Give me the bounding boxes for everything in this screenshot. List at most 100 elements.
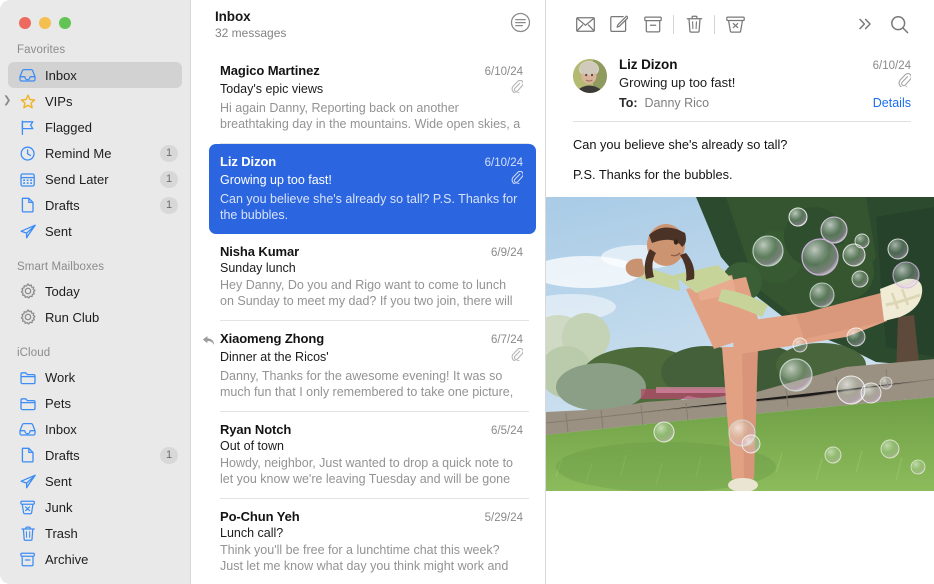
sidebar-item-drafts[interactable]: Drafts1 <box>8 192 182 218</box>
sidebar-section-smart-label: Smart Mailboxes <box>0 261 190 273</box>
message-item-subject-row: Sunday lunch <box>220 261 523 275</box>
gear-icon <box>18 283 37 299</box>
toolbar-divider <box>714 15 715 34</box>
minimize-button[interactable] <box>39 17 51 29</box>
more-button[interactable] <box>848 9 882 39</box>
sidebar-item-label: Inbox <box>45 422 77 437</box>
sidebar: Favorites Inbox❯VIPsFlaggedRemind Me1Sen… <box>0 0 190 584</box>
sidebar-item-label: Trash <box>45 526 78 541</box>
sidebar-item-flagged[interactable]: Flagged <box>8 114 182 140</box>
sidebar-item-inbox[interactable]: Inbox <box>8 62 182 88</box>
message-subject: Out of town <box>220 439 284 453</box>
message-sender: Ryan Notch <box>220 422 291 437</box>
sidebar-item-work[interactable]: Work <box>8 364 182 390</box>
paper-plane-icon <box>20 474 36 489</box>
unread-badge: 1 <box>160 447 178 464</box>
reading-pane-toolbar <box>546 0 934 48</box>
message-list-item[interactable]: Nisha Kumar6/9/24 Sunday lunch Hey Danny, … <box>191 234 545 321</box>
sidebar-item-label: Flagged <box>45 120 92 135</box>
message-list-item[interactable]: Xiaomeng Zhong 6/7/24 Dinner at the Ricos'… <box>191 321 545 412</box>
sidebar-item-label: Drafts <box>45 448 80 463</box>
message-subject: Growing up too fast! <box>220 173 332 187</box>
star-icon <box>20 94 36 109</box>
junk-icon <box>726 16 745 33</box>
sidebar-item-vips[interactable]: ❯VIPs <box>8 88 182 114</box>
delete-button[interactable] <box>677 9 711 39</box>
gear-icon <box>20 283 36 299</box>
clock-icon <box>20 146 35 161</box>
message-list-item[interactable]: Po-Chun Yeh5/29/24Lunch call?Think you'l… <box>191 499 545 584</box>
junk-button[interactable] <box>718 9 752 39</box>
mailbox-title-block: Inbox 32 messages <box>215 9 510 40</box>
message-item-top: Nisha Kumar6/9/24 <box>220 244 523 259</box>
photo-girl-kicking-bubbles[interactable] <box>546 197 934 491</box>
message-body: Can you believe she's already so tall? P… <box>546 122 934 184</box>
message-item-subject-row: Growing up too fast! <box>220 171 523 189</box>
attachment-icon <box>511 348 523 361</box>
sidebar-item-trash[interactable]: Trash <box>8 520 182 546</box>
sidebar-item-archive[interactable]: Archive <box>8 546 182 572</box>
avatar[interactable] <box>573 59 607 93</box>
header-to-line: To: Danny Rico Details <box>619 96 911 110</box>
close-button[interactable] <box>19 17 31 29</box>
sidebar-item-label: Archive <box>45 552 88 567</box>
sidebar-item-send-later[interactable]: Send Later1 <box>8 166 182 192</box>
trash-icon <box>21 526 35 541</box>
flag-icon <box>20 120 35 135</box>
message-sender: Xiaomeng Zhong <box>220 331 324 346</box>
message-list-item[interactable]: Ryan Notch6/5/24Out of townHowdy, neighb… <box>191 412 545 499</box>
message-subject: Sunday lunch <box>220 261 296 275</box>
inbox-icon <box>19 68 36 83</box>
to-recipient[interactable]: Danny Rico <box>645 96 710 110</box>
folder-icon <box>18 369 37 385</box>
sidebar-item-pets[interactable]: Pets <box>8 390 182 416</box>
sidebar-item-remind-me[interactable]: Remind Me1 <box>8 140 182 166</box>
sidebar-section-favorites: Inbox❯VIPsFlaggedRemind Me1Send Later1Dr… <box>0 62 190 244</box>
sidebar-item-drafts[interactable]: Drafts 1 <box>8 442 182 468</box>
sidebar-item-today[interactable]: Today <box>8 278 182 304</box>
message-item-top: Xiaomeng Zhong 6/7/24 <box>220 331 523 346</box>
attachment-icon[interactable] <box>898 73 911 92</box>
document-icon <box>21 447 35 463</box>
sidebar-item-label: Sent <box>45 474 72 489</box>
envelope-icon <box>576 17 595 32</box>
message-list: Magico Martinez6/10/24Today's epic views… <box>191 53 545 584</box>
gear-icon <box>18 309 37 325</box>
message-date: 6/7/24 <box>491 334 523 346</box>
attachment-icon <box>511 80 523 98</box>
zoom-button[interactable] <box>59 17 71 29</box>
archive-button[interactable] <box>636 9 670 39</box>
sidebar-item-label: Pets <box>45 396 71 411</box>
filter-icon[interactable] <box>510 12 531 38</box>
trash-icon <box>18 525 37 541</box>
window-controls <box>0 0 190 29</box>
header-subject-line: Growing up too fast! <box>619 72 911 92</box>
message-date: 5/29/24 <box>485 512 523 524</box>
sidebar-item-inbox[interactable]: Inbox <box>8 416 182 442</box>
sidebar-item-label: Today <box>45 284 80 299</box>
compose-button[interactable] <box>602 9 636 39</box>
sidebar-item-label: Run Club <box>45 310 99 325</box>
sidebar-item-run-club[interactable]: Run Club <box>8 304 182 330</box>
message-sender: Liz Dizon <box>220 154 276 169</box>
message-list-item[interactable]: Liz Dizon6/10/24Growing up too fast!Can … <box>209 144 536 234</box>
message-preview: Hey Danny, Do you and Rigo want to come … <box>220 277 523 310</box>
chevron-right-icon[interactable]: ❯ <box>3 96 11 106</box>
message-date: 6/10/24 <box>485 66 523 78</box>
sidebar-section-favorites-label: Favorites <box>0 44 190 56</box>
message-item-subject-row: Dinner at the Ricos' <box>220 348 523 366</box>
message-preview: Danny, Thanks for the awesome evening! I… <box>220 368 523 401</box>
message-preview: Can you believe she's already so tall? P… <box>220 191 523 223</box>
attachment-icon <box>511 80 523 93</box>
mark-unread-button[interactable] <box>568 9 602 39</box>
sidebar-item-sent[interactable]: Sent <box>8 218 182 244</box>
sidebar-item-junk[interactable]: Junk <box>8 494 182 520</box>
sender-name: Liz Dizon <box>619 57 677 72</box>
message-sender: Magico Martinez <box>220 63 320 78</box>
search-button[interactable] <box>882 9 916 39</box>
message-list-item[interactable]: Magico Martinez6/10/24Today's epic views… <box>191 53 545 144</box>
details-link[interactable]: Details <box>873 96 911 110</box>
sidebar-item-label: Inbox <box>45 68 77 83</box>
sidebar-item-sent[interactable]: Sent <box>8 468 182 494</box>
sidebar-item-label: Drafts <box>45 198 80 213</box>
